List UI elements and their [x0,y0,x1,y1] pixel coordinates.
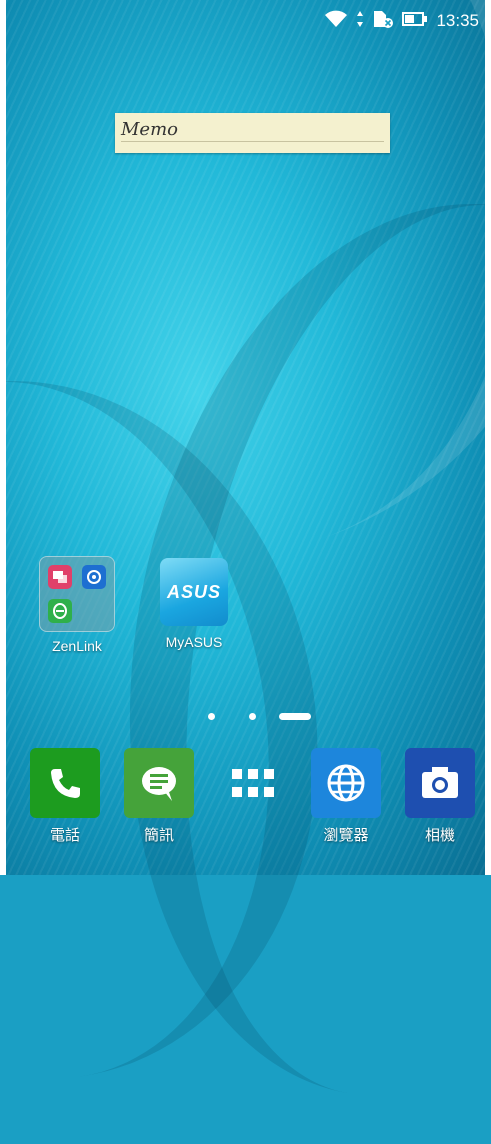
memo-rule-line [121,141,384,142]
app-label-zenlink: ZenLink [52,638,102,654]
dock-browser[interactable]: 瀏覽器 [301,748,391,845]
status-time: 13:35 [436,11,479,30]
message-icon [124,748,194,818]
browser-icon [311,748,381,818]
asus-logo-text: ASUS [166,581,221,602]
dock-label-browser: 瀏覽器 [323,826,369,844]
sim-card-off-icon [372,9,394,33]
pc-link-icon [48,599,72,623]
battery-icon [402,11,428,31]
dock-label-camera: 相機 [424,826,455,844]
folder-zenlink[interactable]: ZenLink [27,556,127,654]
page-dot-current[interactable] [279,713,311,720]
page-indicator [0,710,491,722]
memo-text: Memo [121,119,178,140]
remote-link-icon [82,565,106,589]
dock-app-drawer[interactable] [208,748,298,824]
folder-icon [39,556,115,632]
status-bar: 13:35 [324,8,479,34]
camera-icon [405,748,475,818]
app-drawer-icon [218,748,288,818]
share-link-icon [48,565,72,589]
app-label-myasus: MyASUS [165,634,223,650]
page-dot-2[interactable] [249,713,256,720]
phone-icon [30,748,100,818]
screen-edge-left [0,0,6,875]
dock-label-messages: 簡訊 [143,826,174,844]
screen-edge-right [485,0,491,875]
myasus-icon: ASUS [160,558,228,626]
app-myasus[interactable]: ASUS MyASUS [144,558,244,650]
data-activity-icon [356,10,364,32]
dock-camera[interactable]: 相機 [395,748,485,845]
wifi-icon [324,9,348,33]
page-dot-1[interactable] [208,713,215,720]
dock-messages[interactable]: 簡訊 [114,748,204,845]
memo-widget[interactable]: Memo [115,113,390,153]
dock-label-phone: 電話 [49,826,80,844]
dock-phone[interactable]: 電話 [20,748,110,845]
